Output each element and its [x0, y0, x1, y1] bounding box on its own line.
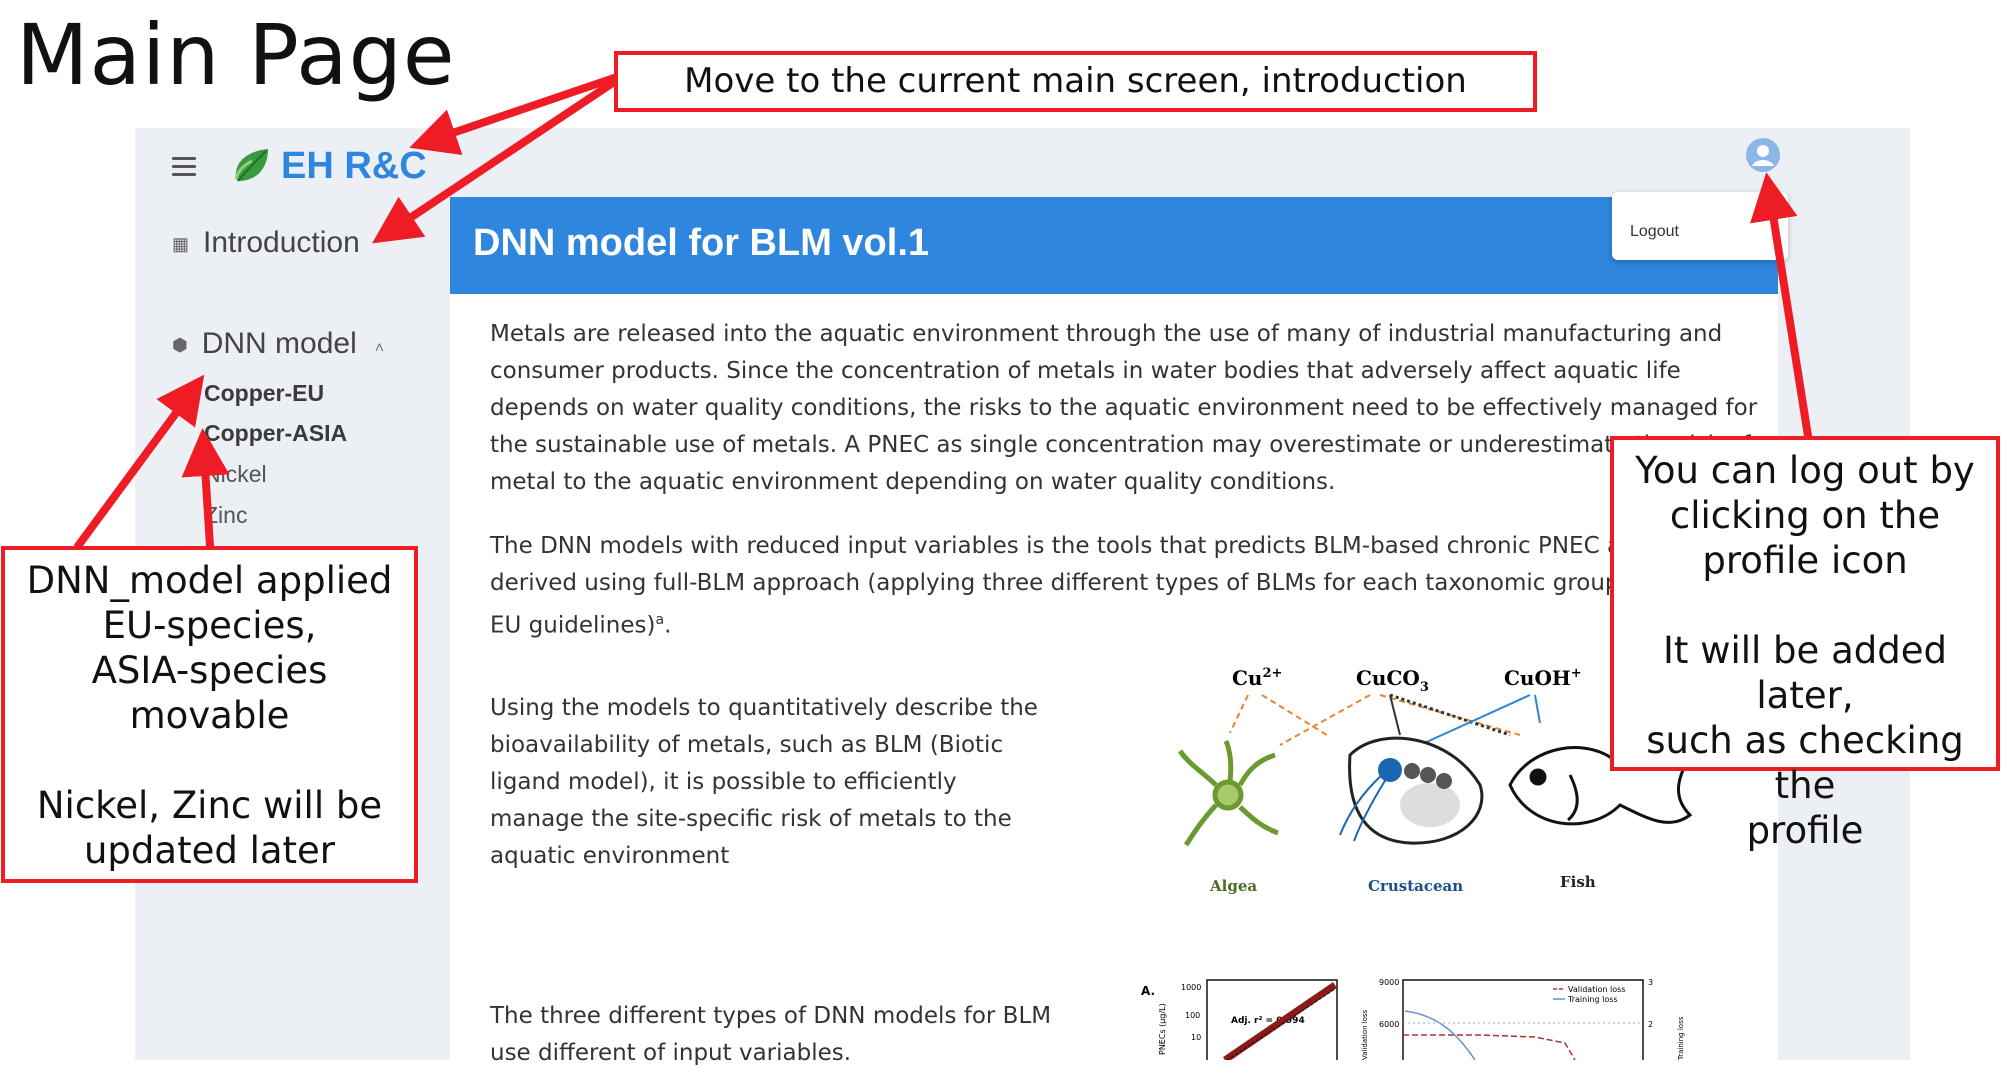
organism-label-algea: Algea: [1209, 877, 1257, 895]
callout-introduction: Move to the current main screen, introdu…: [614, 51, 1537, 112]
y-axis-label: Validation loss: [1361, 1009, 1369, 1060]
r2-label: Adj. r² = 0.994: [1231, 1016, 1305, 1026]
paragraph-intro: Metals are released into the aquatic env…: [490, 321, 1772, 495]
callout-logout: You can log out by clicking on the profi…: [1610, 436, 2000, 852]
callout-line: profile: [1746, 809, 1864, 852]
calendar-icon: ▦: [172, 233, 190, 254]
callout-line: DNN_model applied: [26, 559, 393, 602]
paragraph-blm: Using the models to quantitatively descr…: [490, 695, 1038, 869]
species-label-cu2: Cu2+: [1232, 666, 1282, 690]
callout-line: ASIA-species: [91, 649, 328, 692]
species-label-cuoh: CuOH+: [1504, 666, 1582, 690]
sidebar-item-introduction[interactable]: ▦ Introduction: [172, 226, 360, 260]
callout-line: It will be added later,: [1663, 629, 1947, 717]
paragraph-text: The DNN models with reduced input variab…: [490, 533, 1768, 639]
callout-line: profile icon: [1702, 539, 1908, 582]
y-tick: 9000: [1379, 978, 1399, 987]
period: .: [664, 612, 672, 639]
y-tick: 10: [1191, 1033, 1201, 1042]
logo-leaf-icon[interactable]: [230, 145, 272, 187]
box-icon: ⬢: [172, 334, 188, 355]
footnote-marker: a: [655, 612, 665, 628]
y-tick: 3: [1648, 978, 1653, 987]
callout-line: Nickel, Zinc will be: [36, 784, 383, 827]
y-tick: 6000: [1379, 1020, 1399, 1029]
sidebar-item-zinc[interactable]: Zinc: [204, 502, 247, 529]
algae-icon: [1177, 739, 1279, 847]
callout-line: movable: [129, 694, 290, 737]
callout-line: You can log out by: [1635, 449, 1975, 492]
paragraph-input-variables: The three different types of DNN models …: [490, 1003, 1052, 1066]
legend-validation: Validation loss: [1568, 985, 1626, 994]
menu-icon[interactable]: [172, 157, 196, 177]
sidebar-item-nickel[interactable]: Nickel: [204, 461, 267, 488]
y-axis-label: PNECs (μg/L): [1158, 1003, 1167, 1055]
organism-label-fish: Fish: [1560, 873, 1596, 891]
callout-line: updated later: [83, 829, 336, 872]
profile-icon[interactable]: [1745, 137, 1781, 173]
organism-label-crustacean: Crustacean: [1368, 877, 1463, 895]
paragraph-dnn-models: The DNN models with reduced input variab…: [490, 528, 1780, 645]
sidebar-item-copper-eu[interactable]: Copper-EU: [204, 380, 324, 407]
header-title: DNN model for BLM vol.1: [473, 222, 930, 264]
callout-line: such as checking the: [1646, 719, 1964, 807]
callout-dnn-model: DNN_model applied EU-species, ASIA-speci…: [1, 546, 418, 883]
y-tick: 1000: [1181, 983, 1201, 992]
crustacean-icon: [1339, 736, 1484, 845]
y-tick: 100: [1185, 1011, 1200, 1020]
sidebar-item-label: DNN model: [201, 327, 357, 360]
model-plots-figure: A. 1000 100 10 PNECs (μg/L) Adj. r² = 0.…: [1141, 978, 1685, 1060]
page-title: Main Page: [16, 6, 456, 104]
y-axis-label: Training loss: [1677, 1016, 1685, 1060]
y-tick: 2: [1648, 1020, 1653, 1029]
logout-menu-item[interactable]: Logout: [1630, 223, 1679, 241]
callout-line: [1614, 583, 1996, 628]
logo-text[interactable]: EH R&C: [281, 145, 427, 188]
chevron-up-icon: ˄: [374, 340, 385, 357]
callout-line: [5, 738, 414, 783]
species-label-cuco3: CuCO3: [1356, 666, 1429, 695]
panel-label: A.: [1141, 984, 1155, 998]
callout-line: EU-species,: [102, 604, 317, 647]
sidebar-item-label: Introduction: [203, 226, 360, 259]
sidebar-item-dnn-model[interactable]: ⬢ DNN model ˄: [172, 327, 384, 361]
sidebar-item-copper-asia[interactable]: Copper-ASIA: [204, 420, 347, 447]
callout-line: clicking on the: [1669, 494, 1941, 537]
legend-training: Training loss: [1567, 995, 1618, 1004]
